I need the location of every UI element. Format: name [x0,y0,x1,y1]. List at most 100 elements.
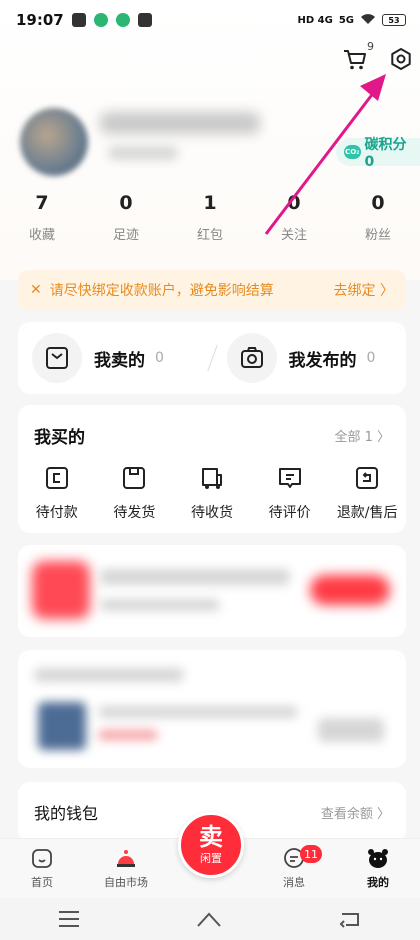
stat-value: 1 [203,192,217,214]
stat-label: 足迹 [112,228,139,243]
wallet-title: 我的钱包 [34,804,99,823]
stat-value: 0 [119,192,133,214]
wifi-icon [360,13,376,28]
promo-button-blurred[interactable] [310,575,390,605]
tab-label: 消息 [283,876,305,889]
stat-value: 0 [371,192,385,214]
sell-button[interactable]: 卖 闲置 [178,812,244,878]
order-pending-shipment[interactable]: 待发货 [96,464,174,522]
published-button[interactable]: 我发布的 0 [213,322,407,394]
stat-followers[interactable]: 0 粉丝 [336,192,420,243]
order-label: 待评价 [268,505,311,521]
order-refund[interactable]: 退款/售后 [328,464,406,522]
recommend-card-blurred[interactable] [18,650,406,768]
stat-following[interactable]: 0 关注 [252,192,336,243]
bind-account-link[interactable]: 去绑定 〉 [334,280,394,300]
co2-icon: CO₂ [344,145,361,159]
wechat-notification-icon [115,13,130,27]
market-icon [117,850,135,867]
recommend-image-blurred [38,702,86,750]
home-nav-icon[interactable] [196,910,222,928]
battery-icon: 53 [382,14,406,26]
sold-button[interactable]: 我卖的 0 [18,322,212,394]
promo-subtitle-blurred [100,599,220,611]
promo-card-blurred[interactable] [18,545,406,637]
stat-label: 关注 [280,228,307,243]
stat-value: 7 [35,192,49,214]
notification-icon [71,13,86,27]
bought-all-link[interactable]: 全部 1 〉 [334,426,390,445]
menu-icon[interactable] [58,910,80,928]
stat-value: 0 [287,192,301,214]
sell-small-label: 闲置 [200,852,222,865]
sold-count: 0 [155,350,164,366]
tab-messages[interactable]: 11 消息 [252,839,336,898]
bought-card: 我买的 全部 1 〉 待付款 待发货 待收货 待评价 退款/售后 [18,405,406,533]
order-pending-review[interactable]: 待评价 [251,464,329,522]
order-label: 退款/售后 [336,505,398,521]
order-label: 待发货 [113,505,156,521]
carbon-points-label: 碳积分0 [364,137,407,170]
stat-footprints[interactable]: 0 足迹 [84,192,168,243]
tab-label: 自由市场 [104,876,148,889]
published-label: 我发布的 [288,350,357,371]
sell-big-label: 卖 [199,823,223,851]
username-blurred[interactable] [100,112,260,134]
stat-red-packets[interactable]: 1 红包 [168,192,252,243]
order-pending-receipt[interactable]: 待收货 [173,464,251,522]
mail-notification-icon [137,13,152,27]
avatar[interactable] [20,108,88,176]
stat-label: 收藏 [28,228,55,243]
recommend-text-blurred [98,706,298,718]
profile-icon [368,849,388,868]
promo-title-blurred [100,569,290,585]
bought-title: 我买的 [34,428,85,448]
promo-image-blurred [32,561,90,619]
network-indicator-2: 5G [338,14,354,26]
stat-label: 粉丝 [364,228,391,243]
stats-row: 7 收藏 0 足迹 1 红包 0 关注 0 粉丝 [0,192,420,243]
camera-icon [226,333,277,383]
tab-home[interactable]: 首页 [0,839,84,898]
published-count: 0 [366,350,376,366]
settings-button[interactable] [386,44,416,74]
stat-label: 红包 [196,228,223,243]
tab-label: 我的 [367,876,389,889]
bind-account-notice: ✕ 请尽快绑定收款账户，避免影响结算 去绑定 〉 [18,270,406,310]
notice-message: 请尽快绑定收款账户，避免影响结算 [49,283,274,299]
tab-market[interactable]: 自由市场 [84,839,168,898]
order-label: 待付款 [35,505,78,521]
cart-count: 9 [367,40,374,53]
status-bar: 19:07 HD 4G 5G 53 [0,0,420,40]
order-label: 待收货 [190,505,233,521]
status-time: 19:07 [16,11,64,29]
message-badge: 11 [300,845,322,863]
sold-icon [32,333,82,383]
order-pending-payment[interactable]: 待付款 [18,464,96,522]
stat-favorites[interactable]: 7 收藏 [0,192,84,243]
carbon-points-button[interactable]: CO₂ 碳积分0 [336,137,420,170]
system-nav-bar [0,898,420,940]
selling-card: 我卖的 0 我发布的 0 [18,322,406,394]
recommend-title-blurred [34,668,184,682]
network-indicator-1: HD 4G [297,14,333,26]
settings-icon [391,48,411,70]
tab-profile[interactable]: 我的 [336,839,420,898]
sold-label: 我卖的 [94,350,145,371]
view-balance-link[interactable]: 查看余额 〉 [321,803,390,822]
tab-label: 首页 [31,876,53,889]
back-icon[interactable] [338,910,362,928]
user-subtitle-blurred [108,146,178,160]
cart-icon [344,50,366,70]
cart-button[interactable] [340,44,370,74]
package-icon [123,467,146,489]
recommend-button-blurred[interactable] [318,718,384,742]
refund-icon [356,467,379,489]
close-icon[interactable]: ✕ [30,282,42,298]
battery-level: 53 [388,15,400,25]
wallet-icon [45,467,68,489]
comment-icon [278,468,301,488]
app-notification-icon [93,13,108,27]
home-icon [32,849,52,868]
recommend-price-blurred [98,730,158,740]
